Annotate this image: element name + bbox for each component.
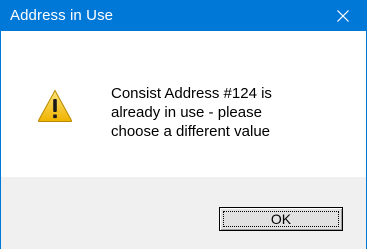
dialog-content: Consist Address #124 is already in use -… (1, 31, 366, 177)
button-bar: OK (1, 177, 366, 249)
message-line: already in use - please (111, 104, 262, 121)
dialog-window: Address in Use Consist Address #124 is a… (0, 0, 367, 249)
message-text: Consist Address #124 is already in use -… (111, 84, 341, 141)
ok-button-label: OK (270, 210, 292, 227)
message-line: Consist Address #124 is (111, 85, 272, 102)
warning-icon (37, 89, 73, 122)
window-title: Address in Use (10, 7, 114, 24)
close-icon (337, 10, 349, 22)
title-bar[interactable]: Address in Use (1, 1, 366, 31)
ok-button[interactable]: OK (219, 207, 343, 231)
close-button[interactable] (321, 1, 366, 31)
message-line: choose a different value (111, 123, 271, 140)
